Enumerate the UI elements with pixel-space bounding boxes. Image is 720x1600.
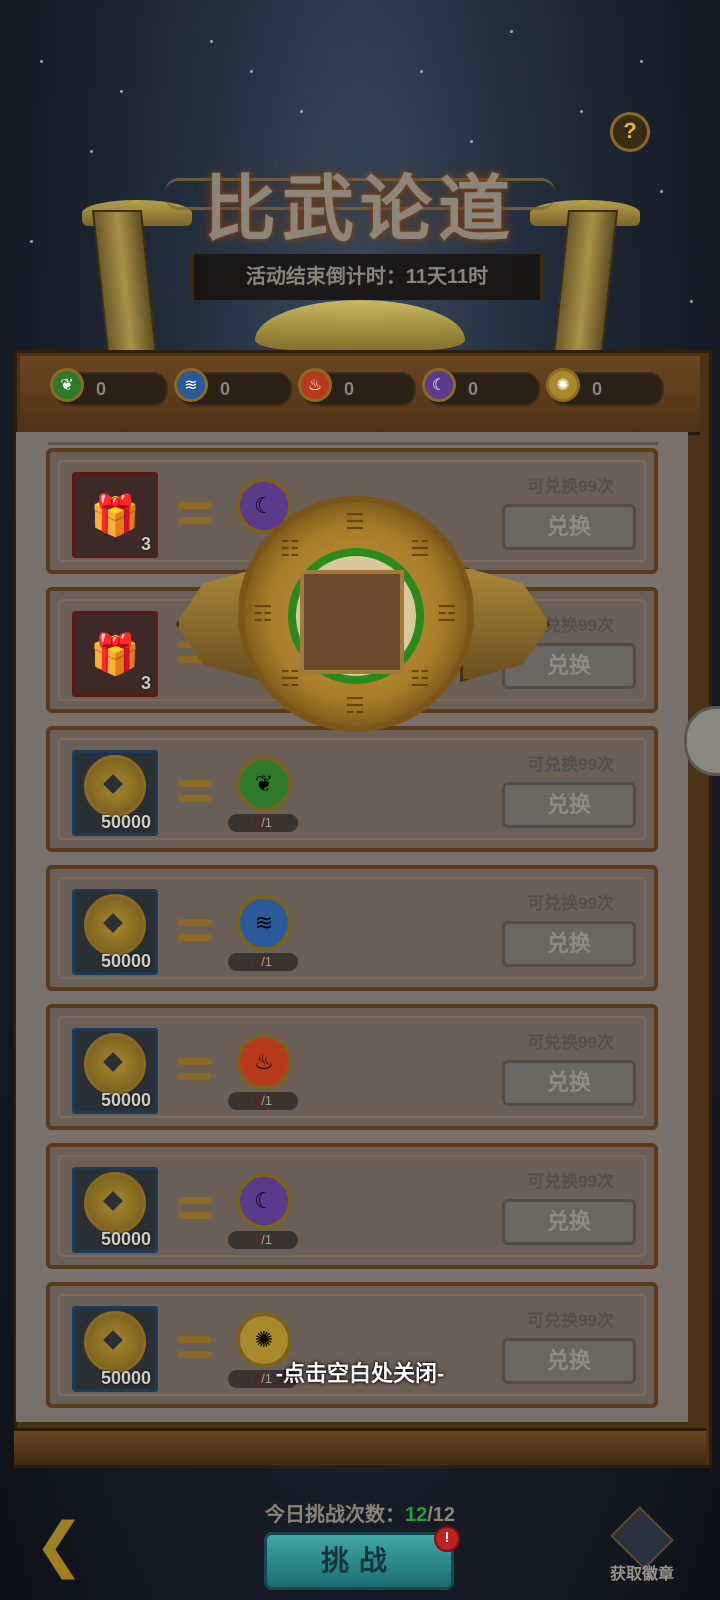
equals-icon [178, 1197, 212, 1219]
water-wave-icon: ≋ [236, 895, 292, 951]
coin-icon[interactable]: 50000 [72, 1167, 158, 1253]
star [40, 60, 43, 63]
countdown-timer: 活动结束倒计时：11天11时 [190, 254, 544, 300]
badge-counter-fire: ♨ 0 [298, 368, 416, 406]
trigram-symbol: ☵ [279, 666, 300, 692]
exchange-button[interactable]: 兑换 [502, 504, 636, 550]
star [470, 140, 473, 143]
exchange-row: 50000 ☾ 0/1 可兑换99次兑换 [46, 1143, 658, 1269]
exchange-limit: 可兑换99次 [527, 755, 614, 774]
trigram-symbol: ☱ [410, 535, 430, 561]
star [510, 30, 513, 33]
star [120, 90, 123, 93]
star [420, 70, 423, 73]
close-hint[interactable]: -点击空白处关闭- [0, 1356, 720, 1388]
star [640, 60, 643, 63]
item-quantity: 50000 [100, 951, 151, 971]
trigram-symbol: ☶ [253, 601, 273, 626]
item-quantity: 50000 [100, 1229, 151, 1249]
badge-count: 0 [592, 379, 603, 399]
badge-counter-water: ≋ 0 [174, 368, 292, 406]
star [210, 40, 213, 43]
exchange-row: 50000 ❦ 0/1 可兑换99次兑换 [46, 726, 658, 852]
exchange-limit: 可兑换99次 [527, 894, 614, 913]
coin-icon[interactable]: 50000 [72, 889, 158, 975]
equals-icon [178, 1336, 212, 1358]
star [300, 110, 303, 113]
star [250, 70, 253, 73]
leaf-icon: ❦ [236, 756, 292, 812]
alert-badge: ! [434, 1526, 460, 1552]
equals-icon [178, 780, 212, 802]
item-quantity: 3 [140, 673, 151, 693]
exchange-button[interactable]: 兑换 [502, 921, 636, 967]
medal-empty-slot [300, 570, 404, 674]
challenge-button[interactable]: 挑战 [264, 1532, 454, 1590]
exchange-button[interactable]: 兑换 [502, 782, 636, 828]
equals-icon [178, 1058, 212, 1080]
exchange-limit: 可兑换99次 [527, 1311, 614, 1330]
equals-icon [178, 919, 212, 941]
exchange-button[interactable]: 兑换 [502, 1060, 636, 1106]
exchange-limit: 可兑换99次 [527, 1033, 614, 1052]
exchange-row: 50000 ♨ 0/1 可兑换99次兑换 [46, 1004, 658, 1130]
trigram-symbol: ☳ [410, 666, 430, 692]
back-arrow-icon[interactable]: ❮ [34, 1515, 110, 1575]
page-title: 比武论道 [203, 166, 516, 251]
star [580, 110, 583, 113]
badge-counter-moon: ☾ 0 [422, 368, 540, 406]
water-wave-icon: ≋ [174, 368, 208, 402]
exchange-row: 50000 ≋ 0/1 可兑换99次兑换 [46, 865, 658, 991]
moon-icon: ☾ [422, 368, 456, 402]
trigram-symbol: ☲ [437, 601, 457, 626]
item-quantity: 50000 [100, 812, 151, 832]
badge-count: 0 [96, 379, 107, 399]
exchange-row: 50000 ✺ 0/1 可兑换99次 兑换 [46, 1282, 658, 1408]
star [690, 300, 693, 303]
moon-icon: ☾ [236, 1173, 292, 1229]
flame-icon: ♨ [236, 1034, 292, 1090]
gift-bundle-icon[interactable]: 🎁 3 [72, 472, 158, 558]
badge-count: 0 [220, 379, 231, 399]
equals-icon [178, 502, 212, 524]
trigram-symbol: ☴ [345, 693, 365, 718]
trigram-symbol: ☷ [279, 535, 300, 561]
exchange-button[interactable]: 兑换 [502, 1199, 636, 1245]
leaf-icon: ❦ [50, 368, 84, 402]
gift-bundle-icon[interactable]: 🎁 3 [72, 611, 158, 697]
exchange-limit: 可兑换99次 [527, 1172, 614, 1191]
get-badge-button[interactable]: 获取徽章 [604, 1506, 678, 1583]
coin-icon[interactable]: 50000 [72, 1028, 158, 1114]
badge-count: 0 [344, 379, 355, 399]
item-quantity: 3 [140, 534, 151, 554]
badge-counter-wood: ❦ 0 [50, 368, 168, 406]
badge-count: 0 [468, 379, 479, 399]
flame-icon: ♨ [298, 368, 332, 402]
progress-counter: 0/1 [228, 953, 298, 971]
sun-disc-icon: ✺ [546, 368, 580, 402]
get-badge-label: 获取徽章 [609, 1566, 674, 1583]
panel-bottom-rim [14, 1428, 706, 1465]
progress-counter: 0/1 [228, 1092, 298, 1110]
coin-icon[interactable]: 50000 [72, 750, 158, 836]
progress-counter: 0/1 [228, 1231, 298, 1249]
exchange-limit: 可兑换99次 [527, 477, 614, 496]
trigram-symbol: ☰ [345, 509, 365, 534]
question-mark-icon[interactable]: ? [610, 112, 650, 152]
item-quantity: 50000 [100, 1090, 151, 1110]
progress-counter: 0/1 [228, 814, 298, 832]
badge-counter-metal: ✺ 0 [546, 368, 664, 406]
